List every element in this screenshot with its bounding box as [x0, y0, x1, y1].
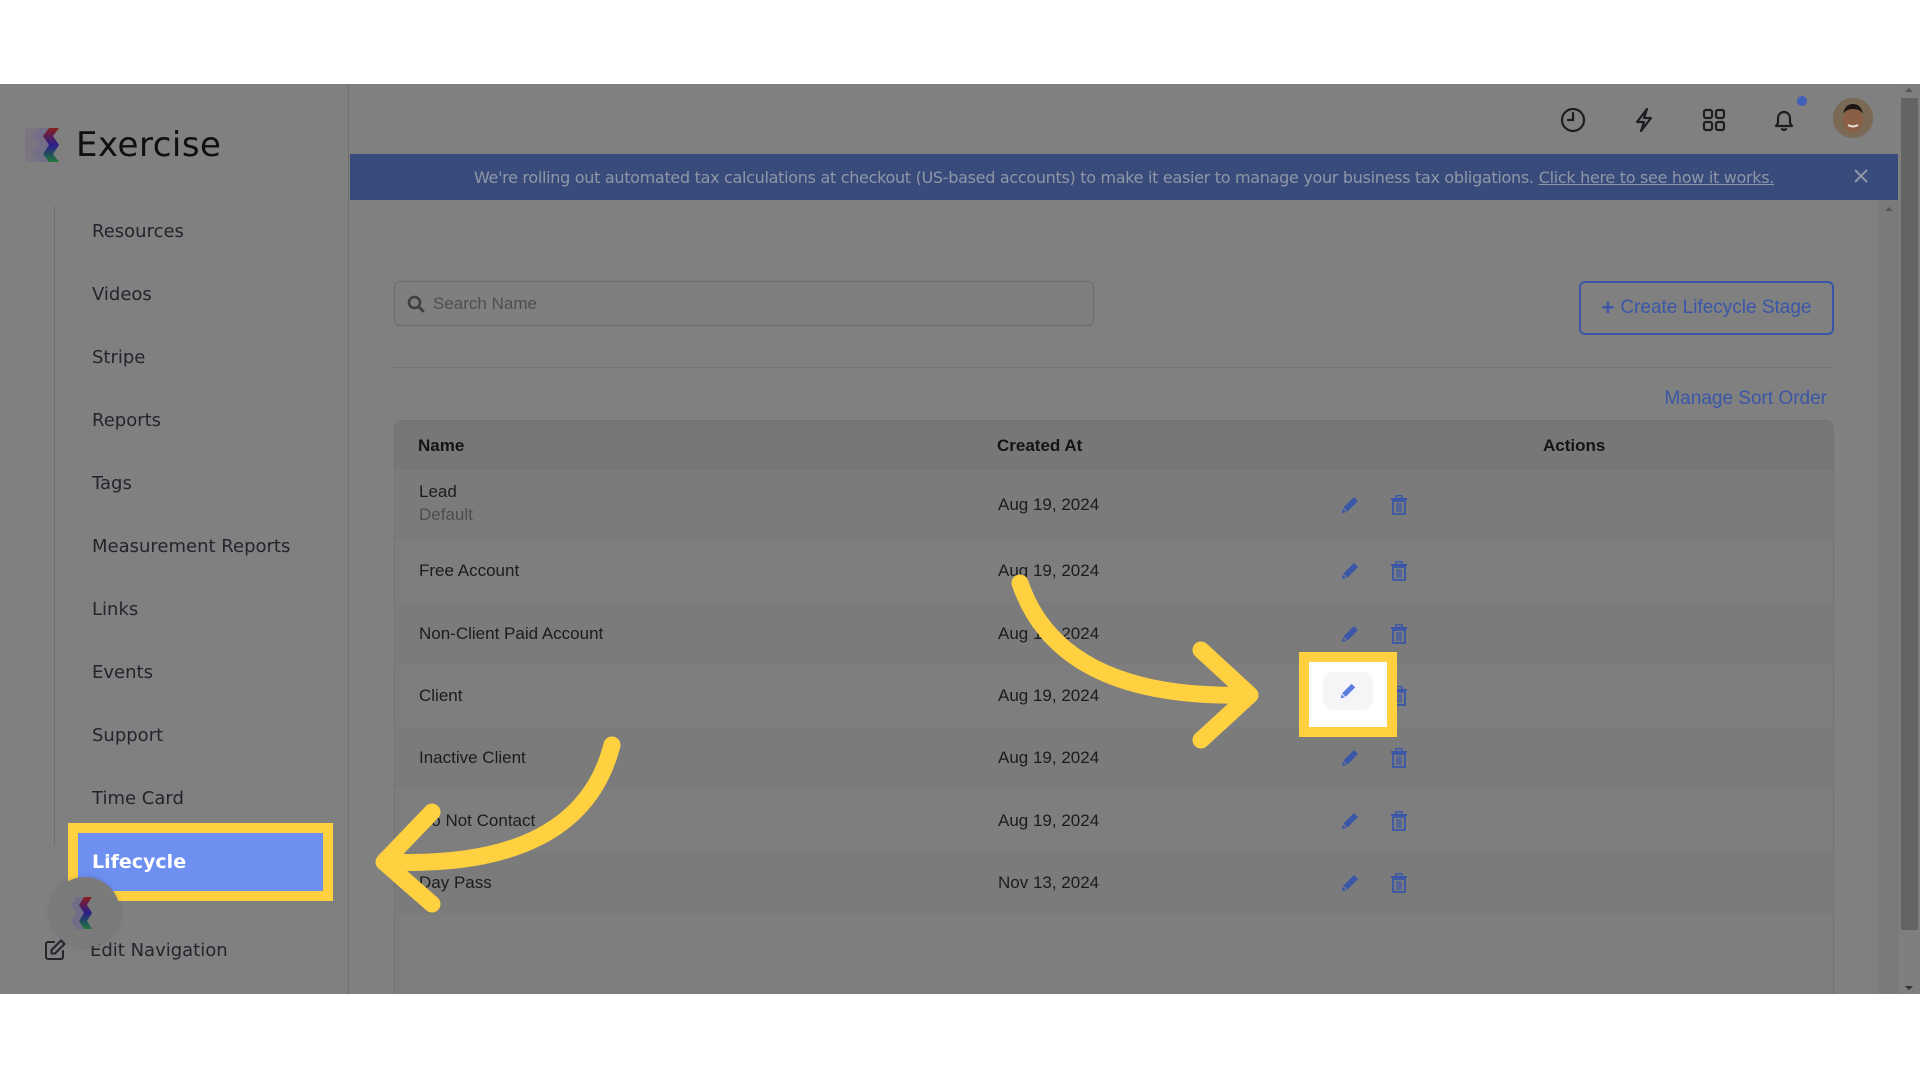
row-created-at: Aug 19, 2024 [998, 810, 1100, 830]
column-header-actions: Actions [1543, 436, 1606, 455]
delete-button[interactable] [1390, 873, 1408, 893]
row-created-at: Nov 13, 2024 [998, 873, 1100, 892]
close-icon[interactable] [1850, 165, 1872, 187]
table-row: Do Not Contact Aug 19, 2024 [395, 789, 1833, 852]
nav-divider [54, 206, 55, 846]
user-avatar[interactable] [1833, 98, 1873, 138]
content-divider [394, 367, 1834, 368]
sidebar-item-reports[interactable]: Reports [92, 410, 161, 431]
sidebar-item-support[interactable]: Support [92, 725, 163, 746]
edit-button[interactable] [1340, 561, 1360, 581]
edit-button[interactable] [1340, 624, 1360, 644]
row-name: Non-Client Paid Account [419, 623, 604, 643]
banner-text: We're rolling out automated tax calculat… [473, 167, 1534, 187]
table-row: Lead Default Aug 19, 2024 [395, 470, 1833, 540]
app-title: Exercise [76, 125, 222, 165]
table-header: Name Created At Actions [395, 421, 1833, 470]
announcement-banner: We're rolling out automated tax calculat… [350, 154, 1898, 200]
row-name: Inactive Client [419, 748, 526, 767]
row-name: Do Not Contact [419, 810, 536, 830]
search-input[interactable] [433, 293, 1033, 314]
search-icon [407, 295, 425, 312]
search-field[interactable] [394, 281, 1094, 326]
sidebar-item-stripe[interactable]: Stripe [92, 347, 145, 368]
row-created-at: Aug 19, 2024 [998, 623, 1100, 643]
table-row: Client Aug 19, 2024 [395, 665, 1833, 727]
delete-button[interactable] [1390, 561, 1408, 581]
delete-button[interactable] [1390, 623, 1408, 644]
table-row: Free Account Aug 19, 2024 [395, 540, 1833, 602]
pencil-icon [1340, 683, 1356, 699]
plus-icon: + [1601, 295, 1615, 320]
row-default-label: Default [419, 505, 473, 524]
table-row: Non-Client Paid Account Aug 19, 2024 [395, 602, 1833, 665]
row-created-at: Aug 19, 2024 [998, 748, 1100, 767]
banner-link[interactable]: Click here to see how it works. [1539, 168, 1775, 187]
delete-button[interactable] [1390, 748, 1408, 768]
scroll-up-icon[interactable] [1904, 87, 1914, 93]
sidebar-item-time-card[interactable]: Time Card [92, 788, 184, 809]
page-scrollbar-thumb[interactable] [1901, 98, 1918, 930]
content-vertical-scrollbar[interactable] [1878, 200, 1900, 994]
manage-sort-order-link[interactable]: Manage Sort Order [1664, 388, 1827, 410]
delete-button[interactable] [1390, 495, 1408, 515]
brand-logo-icon [25, 128, 59, 162]
brand: Exercise [25, 125, 221, 165]
table-row: Inactive Client Aug 19, 2024 [395, 727, 1833, 789]
sidebar-item-videos[interactable]: Videos [92, 284, 152, 305]
bell-icon[interactable] [1770, 106, 1798, 134]
row-name: Free Account [419, 561, 520, 580]
table-row: Day Pass Nov 13, 2024 [395, 852, 1833, 914]
scroll-down-icon[interactable] [1904, 985, 1914, 991]
apps-grid-icon[interactable] [1700, 106, 1728, 134]
avatar-image [1833, 98, 1873, 138]
notification-dot [1797, 96, 1807, 106]
lifecycle-table: Name Created At Actions Lead Default Aug 1… [394, 420, 1834, 994]
sidebar-item-measurement-reports[interactable]: Measurement Reports [92, 536, 290, 557]
delete-button[interactable] [1390, 810, 1408, 831]
column-header-name[interactable]: Name [418, 421, 464, 470]
sidebar-item-resources[interactable]: Resources [92, 221, 184, 242]
edit-button[interactable] [1340, 748, 1360, 768]
sidebar-item-links[interactable]: Links [92, 599, 138, 620]
scroll-up-icon[interactable] [1884, 206, 1894, 212]
edit-button[interactable] [1340, 811, 1360, 831]
sidebar: Exercise Resources Videos Stripe Reports… [0, 84, 349, 994]
edit-button-highlighted[interactable] [1323, 672, 1373, 710]
column-header-created-at[interactable]: Created At [997, 421, 1082, 470]
launcher-logo-icon [71, 897, 92, 929]
edit-button[interactable] [1340, 495, 1360, 515]
sidebar-item-events[interactable]: Events [92, 662, 153, 683]
row-created-at: Aug 19, 2024 [998, 495, 1100, 514]
row-name: Client [419, 686, 463, 705]
create-button-label: Create Lifecycle Stage [1620, 297, 1812, 318]
row-name: Lead [419, 482, 457, 501]
row-name: Day Pass [419, 873, 492, 892]
sidebar-item-tags[interactable]: Tags [92, 473, 132, 494]
row-created-at: Aug 19, 2024 [998, 561, 1100, 580]
row-created-at: Aug 19, 2024 [998, 686, 1100, 705]
create-lifecycle-stage-button[interactable]: + Create Lifecycle Stage [1579, 281, 1834, 335]
app-window: Exercise Resources Videos Stripe Reports… [0, 84, 1920, 994]
clock-icon[interactable] [1559, 106, 1587, 134]
assistant-launcher-button[interactable] [50, 877, 120, 947]
edit-highlight-box [1299, 652, 1397, 737]
lightning-icon[interactable] [1630, 106, 1658, 134]
edit-button[interactable] [1340, 873, 1360, 893]
